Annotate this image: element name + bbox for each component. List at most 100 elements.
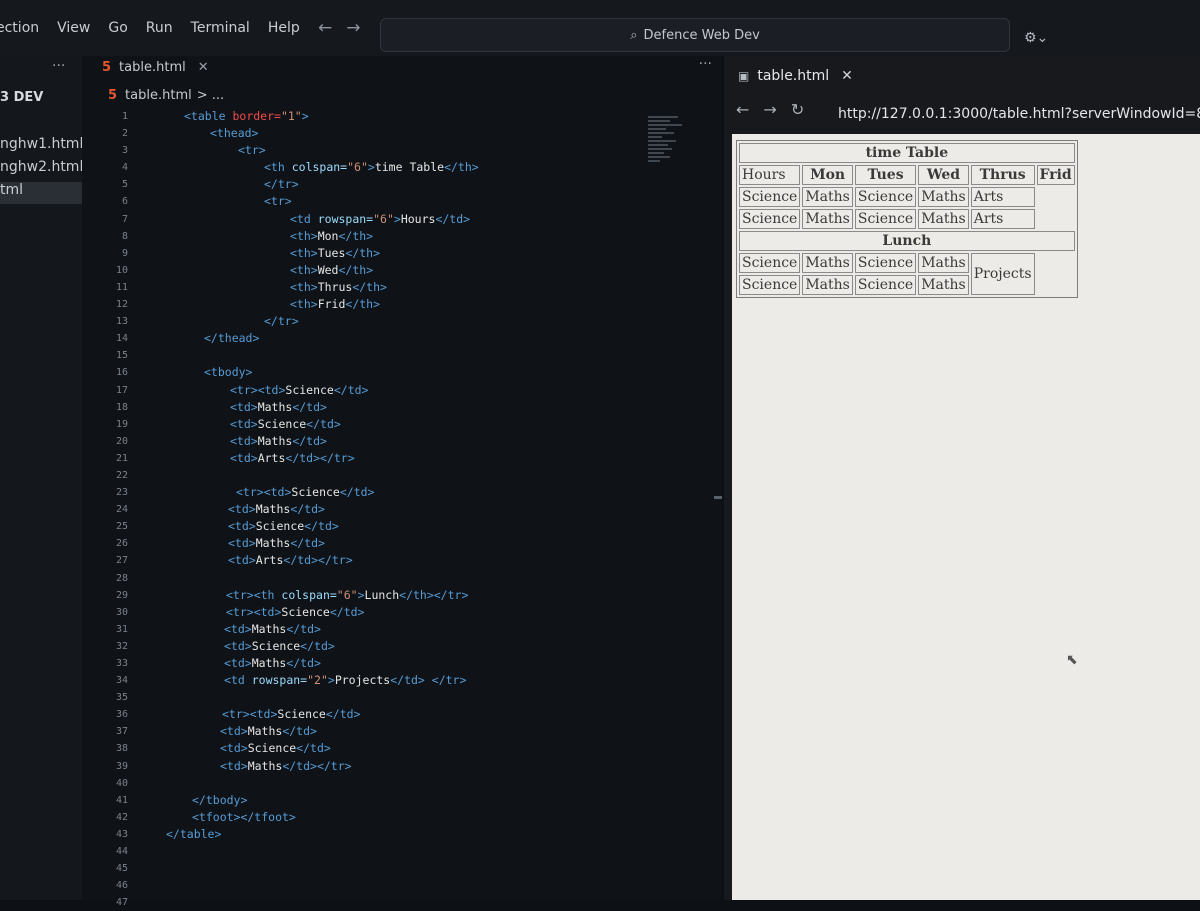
code-line[interactable]: 45 [82, 860, 722, 877]
line-number: 16 [115, 367, 128, 379]
table-cell: Science [739, 275, 801, 295]
code-line[interactable]: 46 [82, 877, 722, 894]
file-item-nghw2[interactable]: nghw2.html [0, 159, 82, 181]
table-cell: Maths [918, 253, 969, 273]
code-line[interactable]: 18 <td>Maths</td> [82, 399, 722, 416]
code-line[interactable]: 36 <tr><td>Science</td> [82, 706, 722, 723]
code-line[interactable]: 32 <td>Science</td> [82, 638, 722, 655]
more-actions-icon[interactable]: ··· [52, 58, 65, 74]
line-number: 11 [115, 281, 128, 293]
code-line[interactable]: 14 </thead> [82, 330, 722, 347]
line-number: 28 [115, 572, 128, 584]
code-line[interactable]: 12 <th>Frid</th> [82, 296, 722, 313]
code-text: <td>Maths</td></tr> [220, 758, 352, 773]
menu-help[interactable]: Help [268, 20, 300, 40]
code-line[interactable]: 35 [82, 689, 722, 706]
workspace-folder[interactable]: 3 DEV [0, 90, 43, 105]
code-line[interactable]: 19 <td>Science</td> [82, 416, 722, 433]
file-item-table[interactable]: tml [0, 182, 82, 204]
line-number: 36 [115, 709, 128, 721]
menu-selection[interactable]: ection [0, 20, 39, 40]
code-line[interactable]: 37 <td>Maths</td> [82, 723, 722, 740]
breadcrumb-more[interactable]: > ... [197, 88, 224, 103]
editor-tab-table-html[interactable]: 5 table.html ✕ [102, 56, 209, 78]
code-line[interactable]: 29 <tr><th colspan="6">Lunch</th></tr> [82, 587, 722, 604]
code-text: <td>Science</td> [230, 416, 341, 431]
minimap[interactable] [648, 116, 688, 186]
code-line[interactable]: 21 <td>Arts</td></tr> [82, 450, 722, 467]
forward-arrow-icon[interactable]: → [346, 18, 374, 38]
code-line[interactable]: 20 <td>Maths</td> [82, 433, 722, 450]
menu-terminal[interactable]: Terminal [191, 20, 250, 40]
code-line[interactable]: 44 [82, 843, 722, 860]
scrollbar[interactable] [714, 496, 722, 499]
code-line[interactable]: 15 [82, 347, 722, 364]
code-line[interactable]: 25 <td>Science</td> [82, 518, 722, 535]
code-line[interactable]: 17 <tr><td>Science</td> [82, 382, 722, 399]
code-line[interactable]: 11 <th>Thrus</th> [82, 279, 722, 296]
back-arrow-icon[interactable]: ← [318, 18, 346, 38]
code-line[interactable]: 38 <td>Science</td> [82, 740, 722, 757]
code-line[interactable]: 23 <tr><td>Science</td> [82, 484, 722, 501]
line-number: 33 [115, 658, 128, 669]
code-line[interactable]: 10 <th>Wed</th> [82, 262, 722, 279]
preview-nav: ← → ↻ [736, 100, 818, 119]
code-line[interactable]: 30 <tr><td>Science</td> [82, 604, 722, 621]
code-area[interactable]: 1 <table border="1"> 2 <thead> 3 <tr> 4 <th col… [82, 108, 722, 911]
code-line[interactable]: 3 <tr> [82, 142, 722, 159]
line-number: 31 [115, 623, 128, 635]
code-line[interactable]: 6 <tr> [82, 193, 722, 210]
close-icon[interactable]: ✕ [841, 68, 853, 84]
code-line[interactable]: 24 <td>Maths</td> [82, 501, 722, 518]
code-line[interactable]: 28 [82, 570, 722, 587]
code-line[interactable]: 9 <th>Tues</th> [82, 245, 722, 262]
command-center[interactable]: ⌕ Defence Web Dev [380, 18, 1010, 52]
copilot-icon[interactable]: ⚙⌄ [1024, 30, 1048, 46]
forward-arrow-icon[interactable]: → [763, 100, 776, 119]
day-wed: Wed [918, 165, 969, 185]
line-number: 27 [115, 555, 128, 567]
code-line[interactable]: 26 <td>Maths</td> [82, 535, 722, 552]
url-bar[interactable]: http://127.0.0.1:3000/table.html?serverW… [838, 106, 1200, 122]
table-cell: Maths [802, 253, 853, 273]
reload-icon[interactable]: ↻ [791, 100, 804, 119]
code-line[interactable]: 47 [82, 894, 722, 911]
table-cell: Maths [802, 275, 853, 295]
code-line[interactable]: 40 [82, 775, 722, 792]
code-line[interactable]: 13 </tr> [82, 313, 722, 330]
line-number: 2 [121, 128, 128, 140]
code-line[interactable]: 8 <th>Mon</th> [82, 228, 722, 245]
code-line[interactable]: 22 [82, 467, 722, 484]
preview-tab[interactable]: ▣ table.html ✕ [738, 64, 853, 88]
menu-go[interactable]: Go [108, 20, 127, 40]
menu-view[interactable]: View [57, 20, 90, 40]
code-line[interactable]: 5 </tr> [82, 176, 722, 193]
code-line[interactable]: 27 <td>Arts</td></tr> [82, 552, 722, 569]
code-line[interactable]: 4 <th colspan="6">time Table</th> [82, 159, 722, 176]
code-line[interactable]: 34 <td rowspan="2">Projects</td> </tr> [82, 672, 722, 689]
code-line[interactable]: 39 <td>Maths</td></tr> [82, 758, 722, 775]
editor-more-icon[interactable]: ··· [699, 56, 712, 72]
line-number: 13 [115, 316, 128, 328]
code-line[interactable]: 7 <td rowspan="6">Hours</td> [82, 211, 722, 228]
file-item-nghw1[interactable]: nghw1.html [0, 136, 82, 158]
code-text: <tr><td>Science</td> [236, 485, 375, 500]
code-line[interactable]: 16 <tbody> [82, 364, 722, 381]
code-line[interactable]: 41 </tbody> [82, 792, 722, 809]
back-arrow-icon[interactable]: ← [736, 100, 749, 119]
close-icon[interactable]: ✕ [198, 60, 209, 75]
code-line[interactable]: 31 <td>Maths</td> [82, 621, 722, 638]
line-number: 24 [115, 504, 128, 516]
code-line[interactable]: 33 <td>Maths</td> [82, 655, 722, 672]
line-number: 47 [115, 897, 128, 909]
menu-run[interactable]: Run [146, 20, 173, 40]
timetable: time Table Hours Mon Tues Wed Thrus Frid… [736, 140, 1078, 298]
code-text: <td>Maths</td> [230, 433, 327, 448]
code-text: <td>Science</td> [228, 519, 339, 534]
code-line[interactable]: 2 <thead> [82, 125, 722, 142]
code-line[interactable]: 43 </table> [82, 826, 722, 843]
code-line[interactable]: 1 <table border="1"> [82, 108, 722, 125]
code-text: <td rowspan="6">Hours</td> [290, 211, 471, 226]
breadcrumb-file[interactable]: table.html [125, 88, 192, 103]
code-line[interactable]: 42 <tfoot></tfoot> [82, 809, 722, 826]
